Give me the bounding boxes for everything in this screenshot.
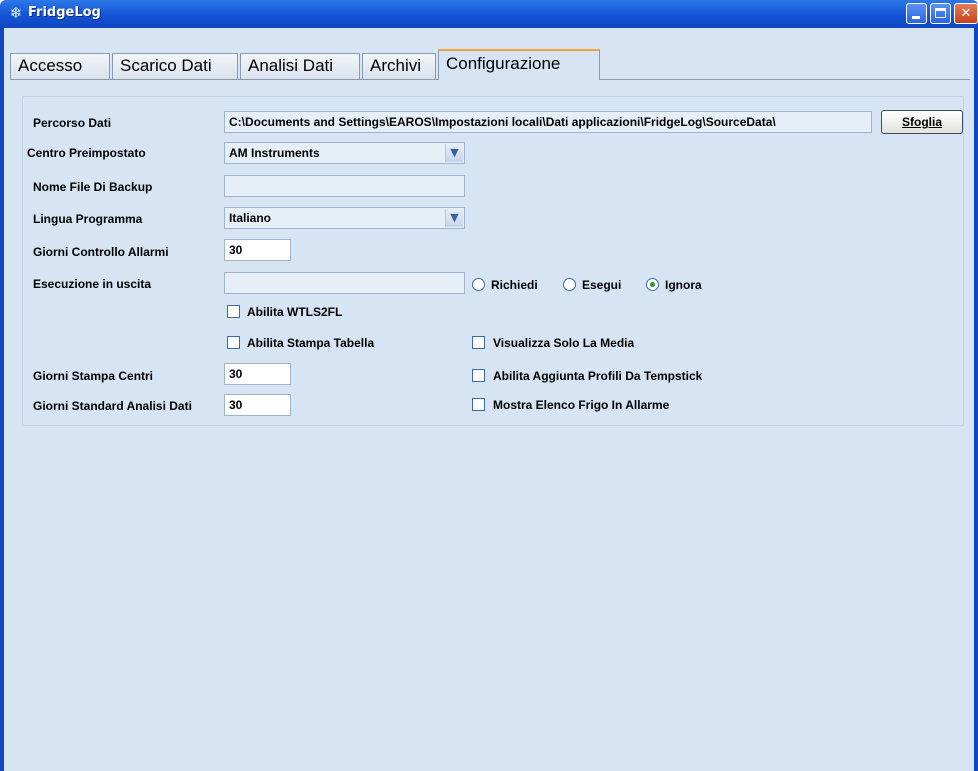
close-icon: ✕ (960, 6, 972, 21)
tab-archivi[interactable]: Archivi (362, 53, 436, 79)
tab-scarico-dati[interactable]: Scarico Dati (112, 53, 238, 79)
percorso-dati-label: Percorso Dati (33, 116, 112, 130)
richiedi-radio[interactable] (472, 278, 485, 291)
radio-selected-dot (650, 282, 655, 287)
title-bar[interactable]: ❄ FridgeLog ✕ (0, 0, 978, 28)
giorni-allarmi-label: Giorni Controllo Allarmi (33, 245, 169, 259)
mostra-frigo-label[interactable]: Mostra Elenco Frigo In Allarme (493, 398, 669, 412)
mostra-frigo-checkbox[interactable] (472, 398, 485, 411)
centro-label: Centro Preimpostato (27, 146, 146, 160)
centro-select[interactable]: AM Instruments ▼ (224, 142, 465, 164)
abilita-tempstick-label[interactable]: Abilita Aggiunta Profili Da Tempstick (493, 369, 702, 383)
snowflake-icon: ❄ (9, 4, 23, 22)
maximize-button[interactable] (930, 3, 951, 24)
backup-field[interactable] (224, 175, 465, 197)
percorso-dati-field[interactable]: C:\Documents and Settings\EAROS\Impostaz… (224, 111, 872, 133)
chevron-down-icon[interactable]: ▼ (445, 144, 463, 162)
backup-label: Nome File Di Backup (33, 180, 153, 194)
richiedi-label[interactable]: Richiedi (491, 278, 538, 292)
tab-analisi-dati[interactable]: Analisi Dati (240, 53, 360, 79)
esecuzione-field[interactable] (224, 272, 465, 294)
centro-value: AM Instruments (229, 146, 320, 160)
abilita-tempstick-checkbox[interactable] (472, 369, 485, 382)
giorni-stampa-label: Giorni Stampa Centri (33, 369, 154, 383)
window-title: FridgeLog (28, 5, 101, 20)
abilita-wtls2fl-label[interactable]: Abilita WTLS2FL (247, 305, 342, 319)
maximize-icon (935, 8, 946, 18)
abilita-wtls2fl-checkbox[interactable] (227, 305, 240, 318)
minimize-button[interactable] (906, 3, 927, 24)
esecuzione-label: Esecuzione in uscita (33, 277, 152, 291)
lingua-label: Lingua Programma (33, 212, 143, 226)
tab-configurazione[interactable]: Configurazione (438, 49, 600, 80)
lingua-select[interactable]: Italiano ▼ (224, 207, 465, 229)
giorni-allarmi-field[interactable]: 30 (224, 239, 291, 261)
visualizza-media-checkbox[interactable] (472, 336, 485, 349)
app-window: ❄ FridgeLog ✕ Accesso Scarico Dati Anali… (0, 0, 978, 771)
visualizza-media-label[interactable]: Visualizza Solo La Media (493, 336, 634, 350)
abilita-stampa-checkbox[interactable] (227, 336, 240, 349)
ignora-radio[interactable] (646, 278, 659, 291)
giorni-stampa-field[interactable]: 30 (224, 363, 291, 385)
giorni-analisi-field[interactable]: 30 (224, 394, 291, 416)
giorni-analisi-label: Giorni Standard Analisi Dati (33, 399, 192, 413)
minimize-icon (912, 16, 920, 19)
esegui-label[interactable]: Esegui (582, 278, 621, 292)
lingua-value: Italiano (229, 211, 272, 225)
tab-accesso[interactable]: Accesso (10, 53, 110, 79)
ignora-label[interactable]: Ignora (665, 278, 702, 292)
abilita-stampa-label[interactable]: Abilita Stampa Tabella (247, 336, 374, 350)
esegui-radio[interactable] (563, 278, 576, 291)
chevron-down-icon[interactable]: ▼ (445, 209, 463, 227)
close-button[interactable]: ✕ (954, 3, 978, 24)
sfoglia-button[interactable]: Sfoglia (881, 110, 963, 134)
